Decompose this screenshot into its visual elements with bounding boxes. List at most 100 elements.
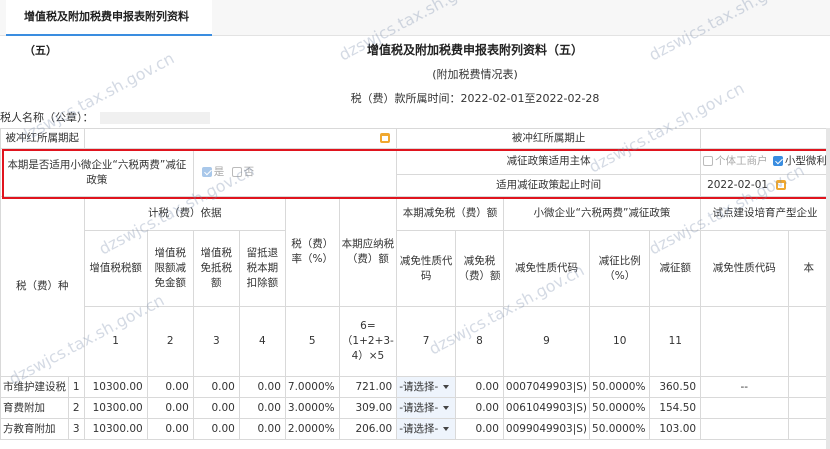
cell-small-code[interactable]: 0007049903|S) [502, 376, 591, 398]
cell-retain[interactable]: 0.00 [238, 376, 286, 398]
cell-pilot-extra [787, 397, 830, 419]
chevron-down-icon [443, 406, 450, 410]
col-vat-amount: 增值税税额 [83, 230, 148, 307]
policy-time-label: 适用减征政策起止时间 [396, 174, 702, 197]
small-profit-checkbox[interactable] [772, 156, 783, 166]
policy-subject-options: 个体工商户 小型微利 [700, 148, 830, 175]
cell-retain[interactable]: 0.00 [238, 397, 286, 419]
reduction-code-select[interactable]: -请选择- [396, 418, 457, 440]
cell-pilot-code[interactable] [700, 397, 789, 419]
tab-bar: 增值税及附加税费申报表附列资料（五） [0, 0, 830, 57]
col-number: 11 [649, 306, 702, 377]
cell-rate: 3.0000% [284, 397, 340, 419]
col-tax-type: 税（费）种 [0, 196, 85, 377]
col-number: 9 [502, 306, 591, 377]
cell-small-amount: 360.50 [649, 376, 702, 398]
tab-vat-schedule-5[interactable]: 增值税及附加税费申报表附列资料（五） [6, 0, 212, 57]
cell-small-amount: 154.50 [649, 397, 702, 419]
col-rate: 税（费）率（%） [284, 196, 340, 307]
cell-pilot-extra [787, 418, 830, 440]
surcharge-table: 被冲红所属期起 被冲红所属期止 本期是否适用小微企业“六税两费”减征政策 是 否… [0, 128, 830, 440]
cell-small-ratio: 50.0000% [589, 418, 651, 440]
cell-small-code[interactable]: 0061049903|S) [502, 397, 591, 419]
col-vat-limit-reduction: 增值税限额减免金额 [146, 230, 194, 307]
vertical-scrollbar[interactable] [826, 128, 830, 449]
reduction-code-select[interactable]: -请选择- [396, 376, 457, 398]
reduction-code-select[interactable]: -请选择- [396, 397, 457, 419]
cell-rate: 7.0000% [284, 376, 340, 398]
col-retained-deduct: 留抵退税本期扣除额 [238, 230, 286, 307]
select-placeholder: -请选择- [399, 422, 439, 435]
taxpayer-row: 税人名称（公章）： [0, 110, 210, 126]
cell-vat[interactable]: 10300.00 [83, 397, 148, 419]
cell-small-amount: 103.00 [649, 418, 702, 440]
offset-start-input[interactable] [83, 128, 398, 149]
policy-no-checkbox[interactable] [231, 167, 242, 177]
cell-small-code[interactable]: 0099049903|S) [502, 418, 591, 440]
cell-limit[interactable]: 0.00 [146, 418, 194, 440]
cell-pilot-code[interactable] [700, 418, 789, 440]
col-number: 1 [83, 306, 148, 377]
policy-yes-no: 是 否 [192, 148, 398, 197]
tax-period: 税（费）款所属时间：2022-02-01至2022-02-28 [350, 92, 600, 105]
cell-limit[interactable]: 0.00 [146, 376, 194, 398]
col-pilot-code: 减免性质代码 [700, 230, 789, 307]
col-number: 2 [146, 306, 194, 377]
cell-vat[interactable]: 10300.00 [83, 376, 148, 398]
calendar-icon[interactable] [776, 180, 787, 190]
cell-retain[interactable]: 0.00 [238, 418, 286, 440]
row-tax-name: 方教育附加 [0, 418, 69, 440]
policy-start-date[interactable]: 2022-02-01 [700, 174, 830, 197]
row-tax-name: 育费附加 [0, 397, 69, 419]
individual-business-checkbox[interactable] [703, 156, 714, 166]
offset-end-input[interactable] [700, 128, 830, 149]
cell-reduction-amount[interactable]: 0.00 [455, 376, 504, 398]
cell-limit[interactable]: 0.00 [146, 397, 194, 419]
taxpayer-name-redacted [99, 112, 210, 124]
col-number: 5 [284, 306, 340, 377]
calendar-icon[interactable] [380, 133, 391, 143]
col-number: 3 [192, 306, 240, 377]
cell-payable: 721.00 [338, 376, 398, 398]
cell-small-ratio: 50.0000% [589, 397, 651, 419]
cell-reduction-amount[interactable]: 0.00 [455, 418, 504, 440]
cell-exempt[interactable]: 0.00 [192, 397, 240, 419]
col-pilot-group: 试点建设培育产型企业 [700, 196, 830, 231]
page-subtitle: (附加税费情况表) [432, 68, 518, 81]
cell-exempt[interactable]: 0.00 [192, 418, 240, 440]
col-number: 10 [589, 306, 651, 377]
cell-payable: 309.00 [338, 397, 398, 419]
taxpayer-label: 税人名称（公章）： [0, 111, 94, 124]
cell-pilot-extra [787, 376, 830, 398]
table-row: 方教育附加 3 10300.00 0.00 0.00 0.00 2.0000% … [0, 418, 830, 440]
col-pilot-extra: 本 [787, 230, 830, 307]
individual-business-label: 个体工商户 [715, 155, 768, 167]
policy-start-date-value: 2022-02-01 [707, 179, 769, 191]
col-small-amount: 减征额 [649, 230, 702, 307]
col-reduction-code: 减免性质代码 [396, 230, 457, 307]
col-reduction-group: 本期减免税（费）额 [396, 196, 504, 231]
cell-vat[interactable]: 10300.00 [83, 418, 148, 440]
page-title: 增值税及附加税费申报表附列资料（五） [366, 43, 583, 57]
small-profit-label: 小型微利 [784, 155, 827, 167]
col-vat-exempt-offset: 增值税免抵税额 [192, 230, 240, 307]
col-small-ratio: 减征比例（%） [589, 230, 651, 307]
cell-exempt[interactable]: 0.00 [192, 376, 240, 398]
policy-no-label: 否 [243, 166, 255, 178]
cell-pilot-code[interactable]: -- [700, 376, 789, 398]
col-number: 8 [455, 306, 504, 377]
cell-reduction-amount[interactable]: 0.00 [455, 397, 504, 419]
col-number: 4 [238, 306, 286, 377]
policy-yes-label: 是 [213, 166, 225, 178]
row-tax-name: 市维护建设税 [0, 376, 69, 398]
table-row: 市维护建设税 1 10300.00 0.00 0.00 0.00 7.0000%… [0, 376, 830, 398]
cell-payable: 206.00 [338, 418, 398, 440]
select-placeholder: -请选择- [399, 380, 439, 393]
col-reduction-amount: 减免税（费）额 [455, 230, 504, 307]
policy-question-label: 本期是否适用小微企业“六税两费”减征政策 [0, 148, 194, 197]
policy-yes-checkbox[interactable] [201, 167, 212, 177]
col-number: 6=（1+2+3-4）×5 [338, 306, 398, 377]
col-number: 7 [396, 306, 457, 377]
select-placeholder: -请选择- [399, 401, 439, 414]
chevron-down-icon [443, 385, 450, 389]
